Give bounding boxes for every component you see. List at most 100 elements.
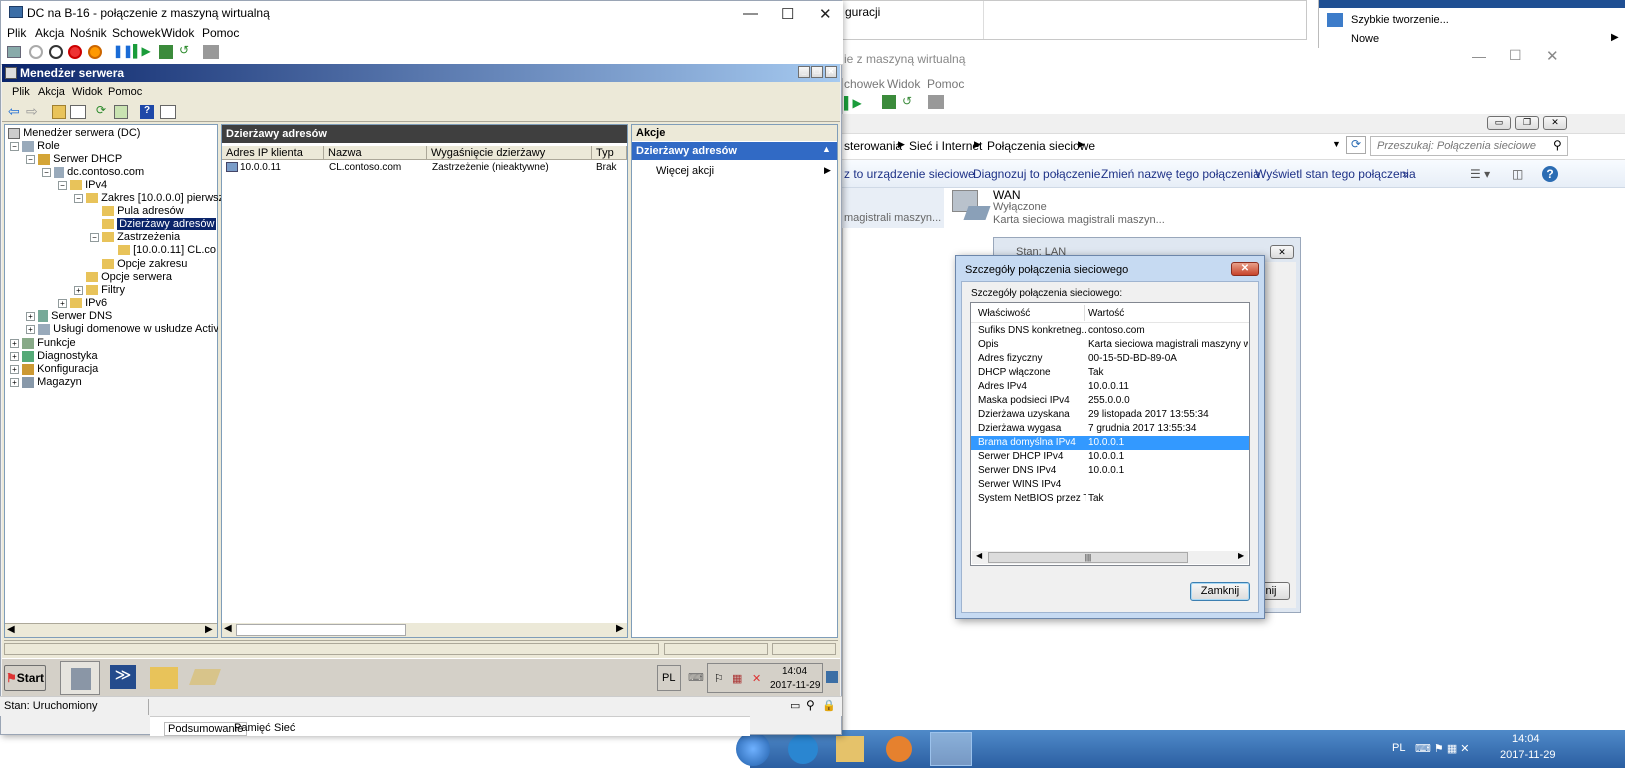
- expand-icon[interactable]: +: [26, 325, 35, 334]
- inner-close-icon[interactable]: ✕: [1543, 116, 1567, 130]
- play-icon[interactable]: ▌▶: [844, 96, 862, 110]
- mmc-menu-action[interactable]: Akcja: [38, 86, 65, 98]
- list-item[interactable]: Serwer DHCP IPv4 10.0.0.1: [971, 450, 1249, 464]
- view-options-icon[interactable]: ☰ ▾: [1470, 167, 1490, 181]
- maximize-icon[interactable]: ☐: [1509, 47, 1522, 64]
- collapse-icon[interactable]: −: [26, 155, 35, 164]
- tree-root[interactable]: Menedżer serwera (DC): [8, 127, 140, 139]
- start-orb-icon[interactable]: [736, 732, 770, 766]
- help-icon[interactable]: ?: [140, 105, 154, 119]
- tree-roles[interactable]: − Role: [10, 140, 60, 152]
- wan-name[interactable]: WAN: [993, 188, 1021, 202]
- expand-icon[interactable]: +: [74, 286, 83, 295]
- expand-icon[interactable]: +: [10, 339, 19, 348]
- checkpoint-icon[interactable]: [882, 95, 896, 109]
- mmc-menu-view[interactable]: Widok: [72, 86, 103, 98]
- tree-server-options[interactable]: Opcje serwera: [86, 271, 172, 283]
- tree-filters[interactable]: + Filtry: [74, 284, 125, 296]
- tree-features[interactable]: + Funkcje: [10, 337, 76, 349]
- breadcrumb-network-internet[interactable]: Sieć i Internet: [909, 139, 982, 153]
- server-manager-task[interactable]: [60, 661, 100, 695]
- column-header-type[interactable]: Typ: [592, 146, 627, 160]
- flag-icon[interactable]: ⚐: [714, 672, 724, 685]
- scroll-right-icon[interactable]: ▶: [1238, 551, 1244, 560]
- menu-help[interactable]: Pomoc: [202, 26, 239, 40]
- minimize-icon[interactable]: —: [743, 5, 758, 22]
- command-more[interactable]: »: [1402, 167, 1409, 181]
- expand-icon[interactable]: +: [58, 299, 67, 308]
- refresh-icon[interactable]: ⟳: [96, 103, 106, 117]
- tree-address-leases[interactable]: Dzierżawy adresów: [102, 218, 217, 230]
- breadcrumb-control-panel[interactable]: sterowania: [844, 139, 902, 153]
- mmc-menu-file[interactable]: Plik: [12, 86, 30, 98]
- collapse-icon[interactable]: −: [74, 194, 83, 203]
- menu-action[interactable]: Akcja: [35, 26, 64, 40]
- show-hide-action-pane-icon[interactable]: [160, 105, 176, 119]
- column-header-name[interactable]: Nazwa: [324, 146, 427, 160]
- host-clock-date[interactable]: 2017-11-29: [1500, 749, 1555, 761]
- menu-clipboard[interactable]: Schowek: [112, 26, 161, 40]
- server-tool-icon[interactable]: [189, 669, 221, 685]
- list-item[interactable]: Sufiks DNS konkretneg... contoso.com: [971, 324, 1249, 338]
- command-view-status[interactable]: Wyświetl stan tego połączenia: [1255, 167, 1416, 181]
- revert-icon[interactable]: ↺: [902, 94, 912, 108]
- export-list-icon[interactable]: [114, 105, 128, 119]
- ctrl-alt-del-icon[interactable]: [7, 46, 21, 58]
- save-state-icon[interactable]: [88, 45, 102, 59]
- mmc-menu-help[interactable]: Pomoc: [108, 86, 142, 98]
- list-item[interactable]: Adres IPv4 10.0.0.11: [971, 380, 1249, 394]
- list-item[interactable]: Adres fizyczny 00-15-5D-BD-89-0A: [971, 352, 1249, 366]
- collapse-icon[interactable]: −: [10, 142, 19, 151]
- list-item[interactable]: Dzierżawa wygasa 7 grudnia 2017 13:55:34: [971, 422, 1249, 436]
- listview-hscrollbar[interactable]: ◀ ||| ▶: [972, 551, 1248, 564]
- search-input[interactable]: Przeszukaj: Połączenia sieciowe ⚲: [1370, 136, 1568, 156]
- expand-icon[interactable]: +: [10, 378, 19, 387]
- adapter-item-left[interactable]: magistrali maszyn...: [842, 188, 944, 228]
- details-listview[interactable]: Właściwość Wartość Sufiks DNS konkretneg…: [970, 302, 1250, 566]
- inner-minimize-icon[interactable]: ▭: [1487, 116, 1511, 130]
- hyperv-taskbar-button[interactable]: [930, 732, 972, 766]
- tree-dhcp-server[interactable]: − Serwer DHCP: [26, 153, 122, 165]
- host-lang-indicator[interactable]: PL: [1392, 742, 1405, 754]
- menu-file[interactable]: Plik: [7, 26, 26, 40]
- preview-pane-icon[interactable]: ◫: [1512, 167, 1523, 181]
- tree-dns-server[interactable]: + Serwer DNS: [26, 310, 112, 323]
- tab-memory[interactable]: Pamięć: [234, 722, 271, 734]
- list-item[interactable]: Serwer DNS IPv4 10.0.0.1: [971, 464, 1249, 478]
- column-header-property[interactable]: Właściwość: [978, 308, 1030, 319]
- tree-configuration[interactable]: + Konfiguracja: [10, 363, 98, 375]
- new-menu[interactable]: Nowe: [1351, 33, 1379, 45]
- tree-reservation-item[interactable]: [10.0.0.11] CL.contoso: [118, 244, 216, 256]
- shutdown-icon[interactable]: [68, 45, 82, 59]
- scroll-left-icon[interactable]: ◀: [976, 551, 982, 560]
- collapse-icon[interactable]: −: [58, 181, 67, 190]
- show-desktop-icon[interactable]: [826, 671, 838, 683]
- explorer-icon[interactable]: [836, 736, 864, 762]
- keyboard-icon[interactable]: ⌨: [688, 671, 704, 684]
- list-item[interactable]: System NetBIOS przez T... Tak: [971, 492, 1249, 506]
- guest-clock-time[interactable]: 14:04: [782, 666, 807, 677]
- list-item[interactable]: Serwer WINS IPv4: [971, 478, 1249, 492]
- forward-icon[interactable]: ⇨: [26, 103, 38, 120]
- mmc-maximize-icon[interactable]: □: [811, 66, 823, 78]
- turn-off-icon[interactable]: [49, 45, 63, 59]
- maximize-icon[interactable]: ☐: [781, 5, 794, 23]
- tree-host[interactable]: − dc.contoso.com: [42, 166, 144, 178]
- search-icon[interactable]: ⚲: [1553, 138, 1562, 152]
- mmc-minimize-icon[interactable]: _: [798, 66, 810, 78]
- results-hscrollbar[interactable]: ◀ ▶: [222, 623, 627, 637]
- column-header-value[interactable]: Wartość: [1088, 308, 1124, 319]
- volume-muted-icon[interactable]: ✕: [752, 672, 761, 685]
- guest-clock-date[interactable]: 2017-11-29: [770, 680, 820, 691]
- network-error-icon[interactable]: ▦: [732, 672, 742, 685]
- tree-scope[interactable]: − Zakres [10.0.0.0] pierwszy: [74, 192, 230, 204]
- dropdown-icon[interactable]: ▼: [1332, 139, 1341, 149]
- checkpoint-icon[interactable]: [159, 45, 173, 59]
- scroll-thumb[interactable]: [236, 624, 406, 636]
- dialog-close-icon[interactable]: ✕: [1231, 262, 1259, 276]
- menu-media[interactable]: Nośnik: [70, 26, 107, 40]
- enhanced-session-icon[interactable]: [203, 45, 219, 59]
- collapse-up-icon[interactable]: ▲: [822, 144, 831, 154]
- expand-icon[interactable]: +: [10, 352, 19, 361]
- start-button[interactable]: ⚑Start: [4, 665, 46, 691]
